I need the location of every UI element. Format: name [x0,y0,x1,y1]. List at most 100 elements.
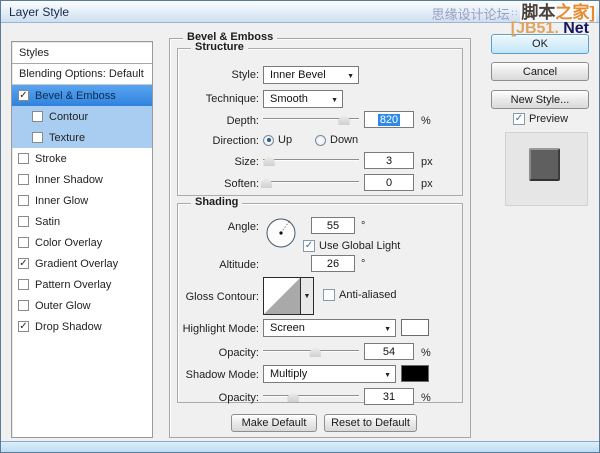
highlight-opacity-input[interactable]: 54 [364,343,414,360]
reset-to-default-button[interactable]: Reset to Default [324,414,417,432]
highlight-opacity-unit: % [421,347,431,359]
style-item-contour[interactable]: Contour [12,106,152,127]
window-title: Layer Style [9,4,70,19]
style-item-stroke[interactable]: Stroke [12,148,152,169]
style-item-inner-shadow[interactable]: Inner Shadow [12,169,152,190]
checkbox-drop-shadow[interactable] [18,321,29,332]
direction-down-radio[interactable]: Down [315,134,358,146]
style-item-gradient-overlay[interactable]: Gradient Overlay [12,253,152,274]
gloss-contour-thumbnail[interactable] [263,277,301,315]
style-item-outer-glow[interactable]: Outer Glow [12,295,152,316]
checkbox-inner-glow[interactable] [18,195,29,206]
style-item-pattern-overlay[interactable]: Pattern Overlay [12,274,152,295]
depth-slider-thumb[interactable] [338,114,350,125]
new-style-button[interactable]: New Style... [491,90,589,109]
soften-label: Soften: [224,178,259,190]
size-slider-thumb[interactable] [263,155,275,166]
soften-input[interactable]: 0 [364,174,414,191]
watermark-net: Net [558,20,589,37]
shadow-opacity-slider[interactable] [263,390,359,402]
make-default-button[interactable]: Make Default [231,414,317,432]
style-dropdown[interactable]: Inner Bevel ▼ [263,66,359,84]
chevron-down-icon: ▼ [347,73,354,80]
altitude-input[interactable]: 26 [311,255,355,272]
styles-header[interactable]: Styles [12,42,152,64]
shadow-mode-dropdown[interactable]: Multiply ▼ [263,365,396,383]
direction-up-radio[interactable]: Up [263,134,292,146]
checkbox-gradient-overlay[interactable] [18,258,29,269]
highlight-opacity-thumb[interactable] [309,346,321,357]
style-item-inner-glow[interactable]: Inner Glow [12,190,152,211]
styles-list: Styles Blending Options: Default Bevel &… [11,41,153,438]
watermark-jb51: JB51. [516,20,559,37]
angle-label: Angle: [227,221,259,233]
size-unit: px [421,156,433,168]
style-item-satin[interactable]: Satin [12,211,152,232]
cancel-button[interactable]: Cancel [491,62,589,81]
structure-title: Structure [191,41,248,53]
shadow-opacity-input[interactable]: 31 [364,388,414,405]
depth-input[interactable]: 820 [364,111,414,128]
checkbox-stroke[interactable] [18,153,29,164]
depth-label: Depth: [226,115,259,127]
checkbox-inner-shadow[interactable] [18,174,29,185]
chevron-down-icon[interactable]: ▼ [301,277,314,315]
preview-beveled-square [529,148,560,181]
watermark-line2: [JB51. Net [510,20,589,37]
gloss-contour-label: Gloss Contour: [185,291,259,303]
checkbox-contour[interactable] [32,111,43,122]
size-input[interactable]: 3 [364,152,414,169]
style-item-drop-shadow[interactable]: Drop Shadow [12,316,152,337]
style-item-color-overlay[interactable]: Color Overlay [12,232,152,253]
shadow-color-swatch[interactable] [401,365,429,382]
angle-dial[interactable] [265,217,297,249]
highlight-color-swatch[interactable] [401,319,429,336]
size-label: Size: [234,156,259,168]
highlight-mode-label: Highlight Mode: [182,323,259,335]
checkbox-satin[interactable] [18,216,29,227]
shadow-opacity-unit: % [421,392,431,404]
checkbox-box [323,289,335,301]
checkbox-outer-glow[interactable] [18,300,29,311]
shadow-opacity-thumb[interactable] [287,391,299,402]
angle-unit: ° [361,220,366,232]
shadow-opacity-label: Opacity: [218,392,259,404]
gloss-contour-picker[interactable]: ▼ [263,277,314,315]
altitude-unit: ° [361,258,366,270]
chevron-down-icon: ▼ [331,97,338,104]
shading-title: Shading [191,196,243,208]
highlight-mode-dropdown[interactable]: Screen ▼ [263,319,396,337]
style-item-bevel-emboss[interactable]: Bevel & Emboss [12,85,152,106]
layer-style-dialog: Layer Style 思缘设计论坛 ∷ 脚本之家] [JB51. Net St… [0,0,600,453]
watermark-separator: ∷ [511,8,518,18]
soften-slider[interactable] [260,176,359,188]
direction-label: Direction: [212,135,259,147]
radio-dot [263,134,274,146]
checkbox-box [513,113,525,125]
style-item-texture[interactable]: Texture [12,127,152,148]
angle-input[interactable]: 55 [311,217,355,234]
size-slider[interactable] [263,154,359,166]
anti-aliased-checkbox[interactable]: Anti-aliased [323,289,396,301]
bevel-emboss-panel: Bevel & Emboss Structure Style: Inner Be… [169,31,471,438]
blending-options-item[interactable]: Blending Options: Default [12,64,152,85]
use-global-light-checkbox[interactable]: Use Global Light [303,240,400,252]
depth-unit: % [421,115,431,127]
soften-unit: px [421,178,433,190]
checkbox-bevel-emboss[interactable] [18,90,29,101]
shadow-mode-label: Shadow Mode: [185,369,259,381]
highlight-opacity-slider[interactable] [263,345,359,357]
technique-dropdown[interactable]: Smooth ▼ [263,90,343,108]
checkbox-box [303,240,315,252]
preview-checkbox[interactable]: Preview [513,113,568,125]
chevron-down-icon: ▼ [384,372,391,379]
checkbox-pattern-overlay[interactable] [18,279,29,290]
checkbox-color-overlay[interactable] [18,237,29,248]
checkbox-texture[interactable] [32,132,43,143]
watermark-forum-text: 思缘设计论坛 [431,7,510,22]
radio-dot [315,134,326,146]
technique-label: Technique: [205,93,259,105]
highlight-opacity-label: Opacity: [218,347,259,359]
depth-slider[interactable] [263,113,359,125]
soften-slider-thumb[interactable] [260,177,272,188]
